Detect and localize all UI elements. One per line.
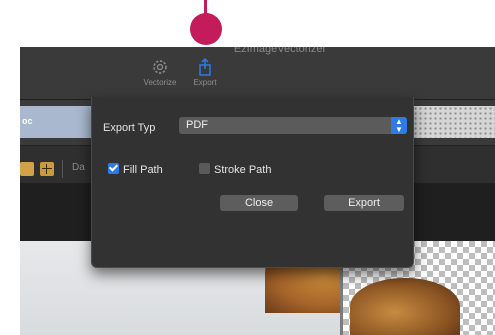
toolbar-separator [62, 160, 63, 178]
vectorize-label: Vectorize [143, 78, 177, 87]
document-tab-label: oc [22, 116, 33, 126]
single-view-button[interactable] [20, 162, 34, 176]
export-type-label: Export Typ [103, 122, 156, 134]
fill-path-label: Fill Path [123, 164, 163, 176]
pointer-marker [190, 13, 222, 45]
close-button[interactable]: Close [220, 195, 298, 211]
title-bar: EzImageVectorizer Vectorize Export [20, 47, 495, 100]
split-view-button[interactable] [40, 162, 54, 176]
export-toolbar-button[interactable]: Export [180, 57, 230, 87]
checkbox-unchecked-icon [199, 163, 210, 174]
stroke-path-label: Stroke Path [214, 164, 272, 176]
window-title: EzImageVectorizer [233, 47, 327, 55]
export-toolbar-label: Export [193, 78, 217, 87]
vectorized-dog-image [350, 278, 460, 335]
chevron-updown-icon: ▲ ▼ [391, 117, 407, 134]
app-window: EzImageVectorizer Vectorize Export oc Da [20, 47, 495, 335]
export-button[interactable]: Export [324, 195, 404, 211]
export-dialog: Export Typ PDF ▲ ▼ Fill Path Stroke Path … [91, 97, 414, 268]
export-type-value: PDF [186, 119, 208, 131]
gear-icon [153, 60, 167, 74]
vectorize-button[interactable]: Vectorize [135, 57, 185, 87]
checkbox-checked-icon [108, 163, 119, 174]
export-type-select[interactable]: PDF ▲ ▼ [179, 117, 407, 134]
stroke-path-checkbox[interactable]: Stroke Path [199, 160, 271, 178]
fill-path-checkbox[interactable]: Fill Path [108, 160, 163, 178]
share-icon [199, 57, 211, 76]
toolbar-truncated-label: Da [72, 162, 85, 173]
